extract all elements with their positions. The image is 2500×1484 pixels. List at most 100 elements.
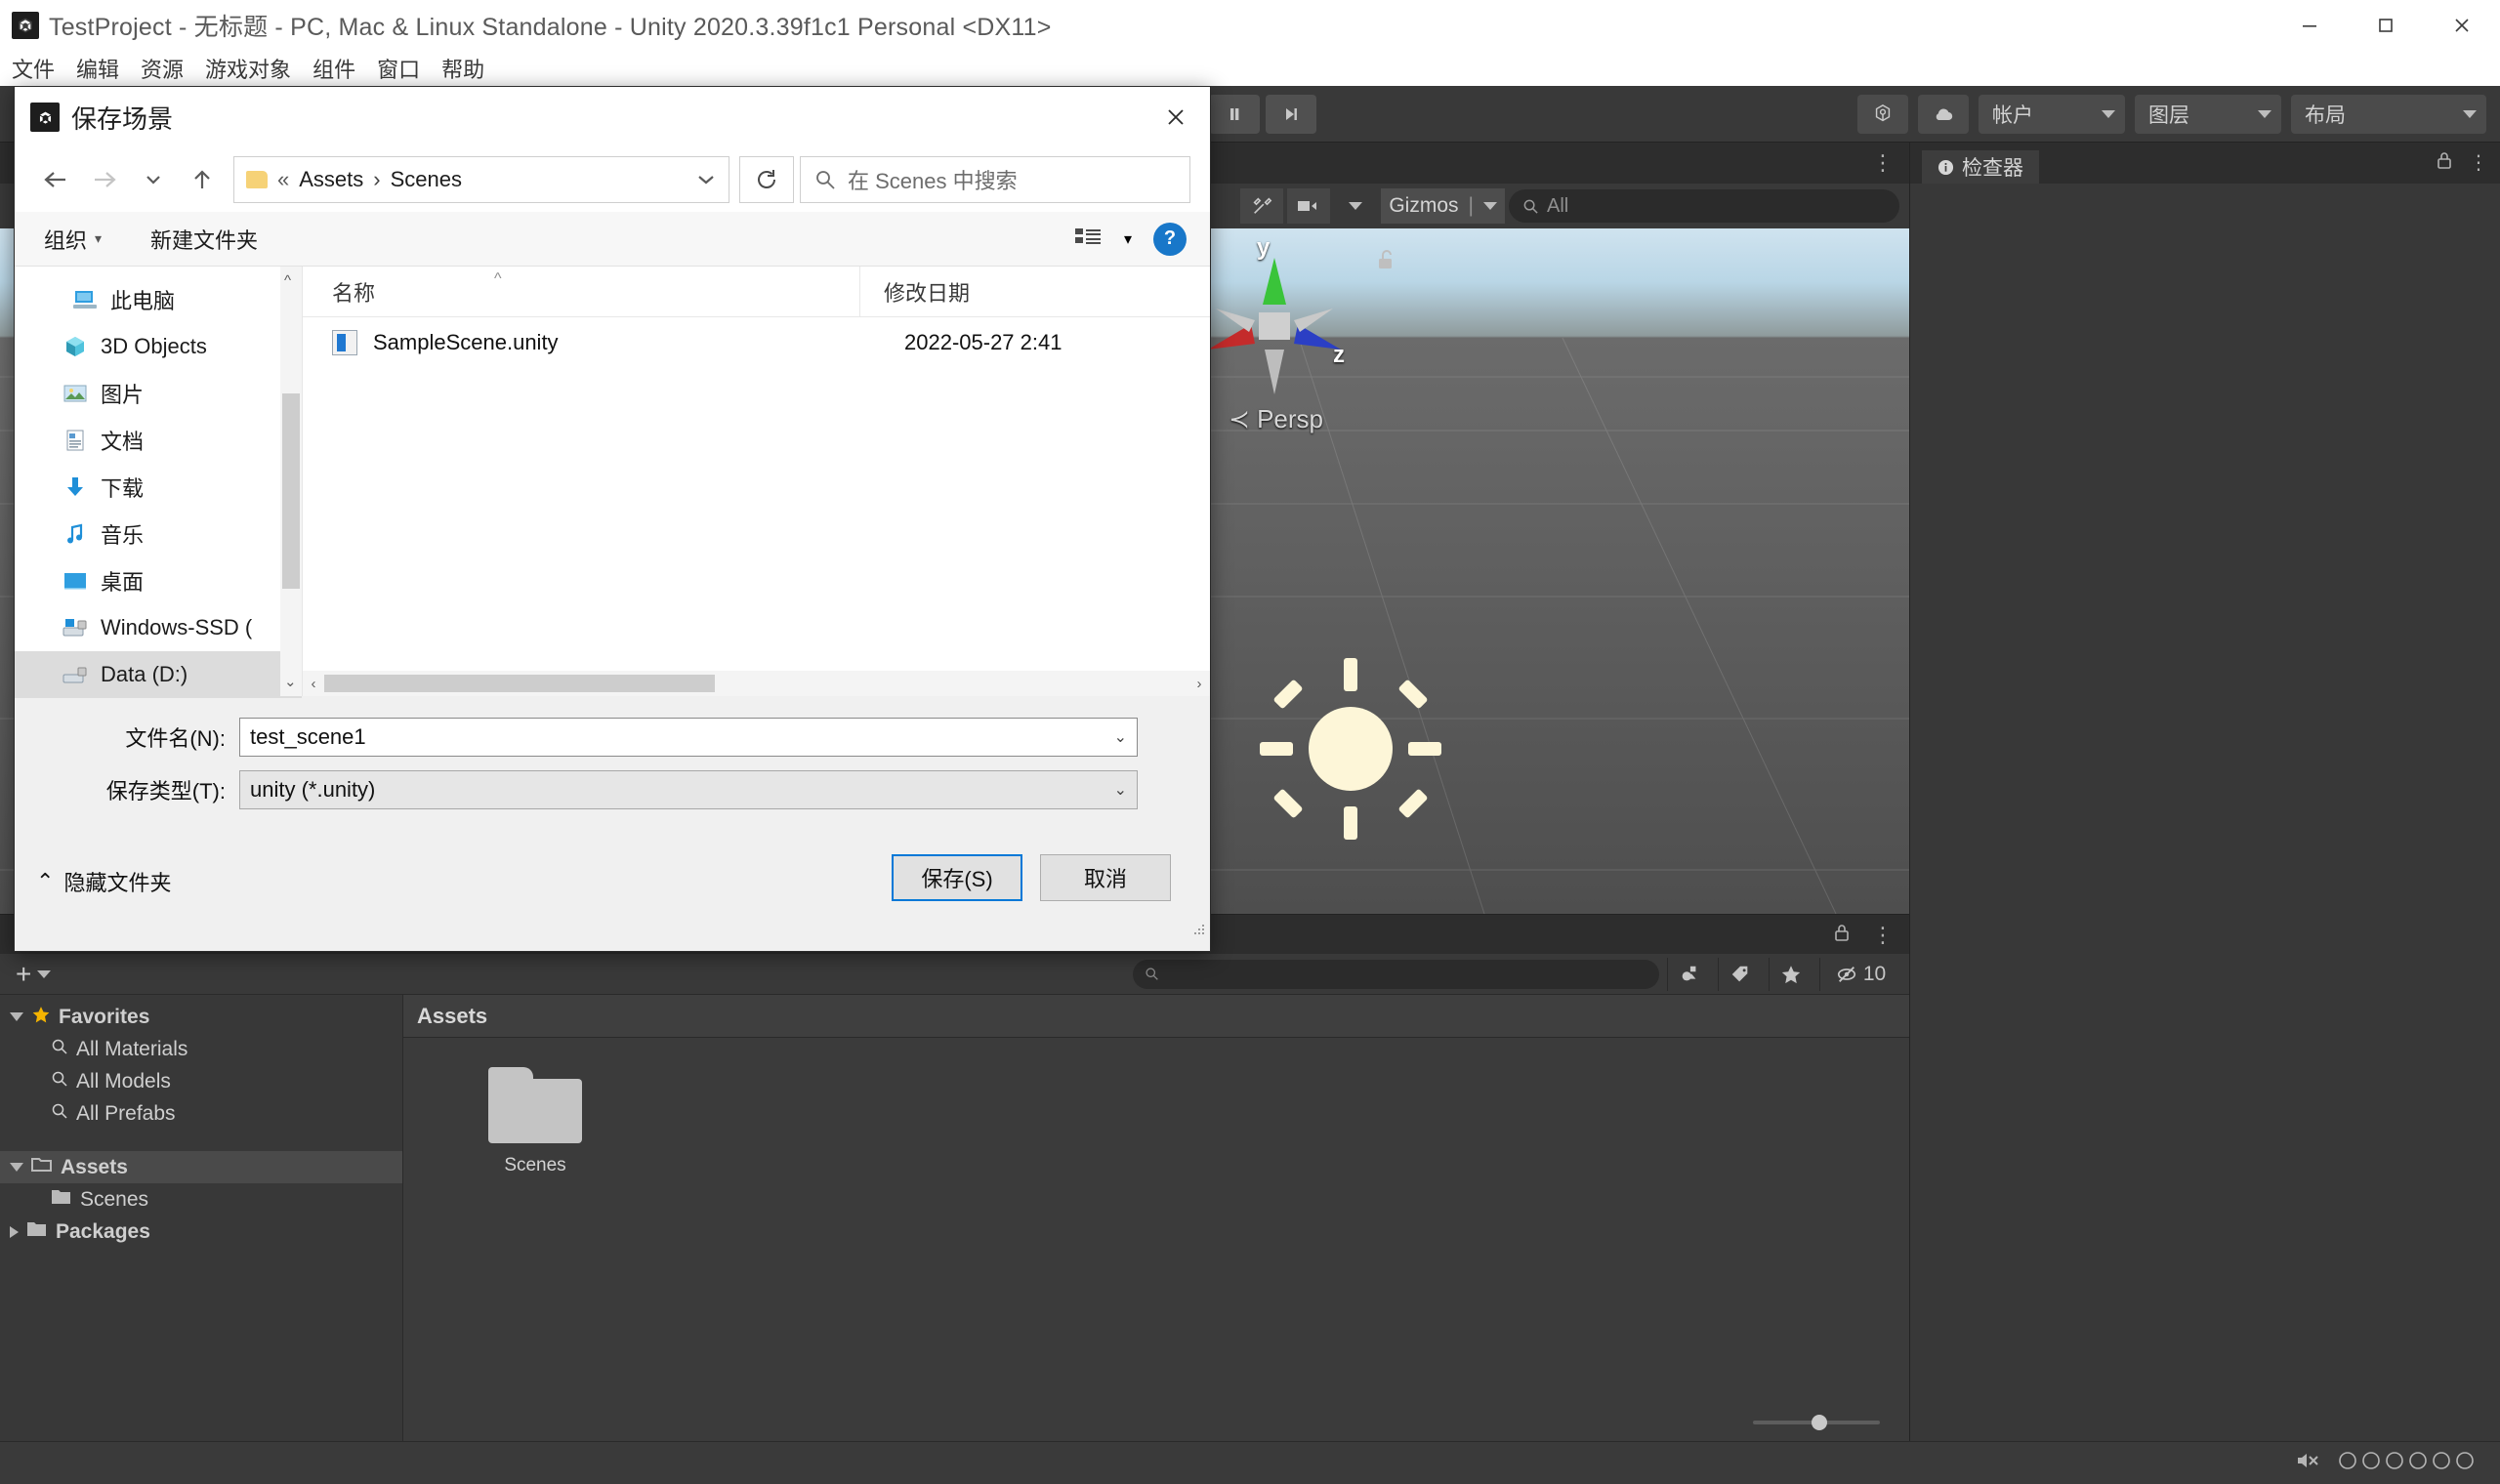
- column-header-date[interactable]: 修改日期: [859, 267, 970, 317]
- back-button[interactable]: [34, 158, 77, 201]
- sidebar-item-windows-ssd[interactable]: Windows-SSD (: [15, 604, 302, 651]
- menu-item-help[interactable]: 帮助: [441, 53, 484, 84]
- sidebar-item-music[interactable]: 音乐: [15, 511, 302, 557]
- hidden-assets-indicator[interactable]: 10: [1819, 958, 1901, 991]
- menu-item-file[interactable]: 文件: [12, 53, 55, 84]
- minimize-button[interactable]: [2271, 0, 2348, 51]
- close-button[interactable]: [2424, 0, 2500, 51]
- refresh-button[interactable]: [739, 156, 794, 203]
- help-button[interactable]: ?: [1153, 223, 1187, 256]
- address-bar[interactable]: « Assets › Scenes: [233, 156, 729, 203]
- filename-label: 文件名(N):: [15, 721, 239, 753]
- scroll-down-icon[interactable]: ⌄: [284, 673, 297, 690]
- filetype-select[interactable]: unity (*.unity) ⌄: [239, 770, 1138, 809]
- view-dropdown-caret[interactable]: ▾: [1124, 229, 1132, 249]
- file-list-hscrollbar[interactable]: ‹ ›: [303, 671, 1210, 696]
- recent-locations-button[interactable]: [132, 158, 175, 201]
- kebab-menu-icon[interactable]: ⋮: [1872, 150, 1896, 176]
- asset-zoom-knob[interactable]: [1812, 1415, 1827, 1430]
- dialog-close-button[interactable]: [1142, 87, 1210, 147]
- forward-button[interactable]: [83, 158, 126, 201]
- asset-item-scenes[interactable]: Scenes: [472, 1067, 599, 1176]
- scroll-right-icon[interactable]: ›: [1188, 676, 1210, 692]
- lock-icon[interactable]: [1833, 923, 1851, 947]
- lock-open-icon[interactable]: [1375, 248, 1396, 277]
- lock-icon[interactable]: [2436, 150, 2453, 176]
- mute-icon[interactable]: [2295, 1450, 2320, 1477]
- tree-item-scenes[interactable]: Scenes: [0, 1183, 402, 1216]
- step-button[interactable]: [1266, 95, 1316, 134]
- hscroll-thumb[interactable]: [324, 675, 715, 692]
- tree-item-favorites[interactable]: Favorites: [0, 1001, 402, 1033]
- sidebar-item-desktop[interactable]: 桌面: [15, 557, 302, 604]
- account-dropdown[interactable]: 帐户: [1979, 95, 2125, 134]
- camera-dropdown-caret[interactable]: [1334, 188, 1377, 224]
- organize-button[interactable]: 组织 ▾: [44, 224, 102, 255]
- filename-input[interactable]: test_scene1 ⌄: [239, 718, 1138, 757]
- project-tree: Favorites All Materials All Models All P…: [0, 995, 402, 1442]
- maximize-button[interactable]: [2348, 0, 2424, 51]
- menu-item-window[interactable]: 窗口: [377, 53, 420, 84]
- tab-inspector[interactable]: 检查器: [1922, 150, 2039, 184]
- scroll-left-icon[interactable]: ‹: [303, 676, 324, 692]
- chevron-down-icon: [2258, 110, 2271, 118]
- menu-item-component[interactable]: 组件: [312, 53, 355, 84]
- chevron-down-icon[interactable]: ⌄: [1114, 727, 1127, 747]
- asset-zoom-slider[interactable]: [1753, 1421, 1880, 1424]
- tree-label: Assets: [61, 1156, 128, 1179]
- sidebar-item-data-d[interactable]: Data (D:): [15, 651, 302, 698]
- kebab-menu-icon[interactable]: ⋮: [2469, 150, 2488, 176]
- layers-dropdown[interactable]: 图层: [2135, 95, 2281, 134]
- menu-item-edit[interactable]: 编辑: [76, 53, 119, 84]
- gizmos-button[interactable]: Gizmos |: [1381, 188, 1505, 224]
- column-header-name[interactable]: 名称: [303, 276, 859, 308]
- add-asset-button[interactable]: +: [16, 959, 51, 990]
- dialog-search-input[interactable]: 在 Scenes 中搜索: [800, 156, 1190, 203]
- kebab-menu-icon[interactable]: ⋮: [1872, 923, 1896, 948]
- label-filter-icon[interactable]: [1718, 958, 1761, 991]
- collab-icon[interactable]: [1857, 95, 1908, 134]
- resize-grip[interactable]: [1192, 923, 1206, 936]
- account-label: 帐户: [1992, 100, 2033, 129]
- chevron-down-icon: ▾: [95, 230, 102, 247]
- tree-item-all-models[interactable]: All Models: [0, 1065, 402, 1097]
- menu-item-gameobject[interactable]: 游戏对象: [205, 53, 291, 84]
- breadcrumb-scenes[interactable]: Scenes: [391, 167, 462, 192]
- chevron-down-icon[interactable]: [695, 167, 717, 192]
- sidebar-item-pictures[interactable]: 图片: [15, 370, 302, 417]
- camera-icon[interactable]: [1287, 188, 1330, 224]
- breadcrumb-assets[interactable]: Assets: [299, 167, 363, 192]
- project-search-input[interactable]: [1133, 960, 1659, 989]
- sidebar-scrollbar[interactable]: ^ ⌄: [280, 267, 302, 696]
- view-list-icon[interactable]: [1073, 225, 1103, 253]
- scene-search-placeholder: All: [1547, 195, 1568, 218]
- layout-dropdown[interactable]: 布局: [2291, 95, 2486, 134]
- cancel-button[interactable]: 取消: [1040, 854, 1171, 901]
- save-button[interactable]: 保存(S): [892, 854, 1022, 901]
- pause-button[interactable]: [1209, 95, 1260, 134]
- sidebar-item-3d-objects[interactable]: 3D Objects: [15, 323, 302, 370]
- up-button[interactable]: [181, 158, 224, 201]
- sidebar-item-downloads[interactable]: 下载: [15, 464, 302, 511]
- scene-search-input[interactable]: All: [1509, 189, 1899, 223]
- search-icon: [51, 1070, 68, 1093]
- chevron-down-icon[interactable]: ⌄: [1114, 780, 1127, 800]
- scene-perspective-label[interactable]: ≺ Persp: [1229, 404, 1323, 434]
- sidebar-item-documents[interactable]: 文档: [15, 417, 302, 464]
- tree-item-packages[interactable]: Packages: [0, 1216, 402, 1248]
- menu-item-assets[interactable]: 资源: [141, 53, 184, 84]
- hide-folders-button[interactable]: ⌃ 隐藏文件夹: [36, 866, 171, 897]
- sidebar-scroll-thumb[interactable]: [282, 393, 300, 589]
- new-folder-button[interactable]: 新建文件夹: [150, 224, 258, 255]
- tree-item-all-materials[interactable]: All Materials: [0, 1033, 402, 1065]
- scroll-up-icon[interactable]: ^: [284, 272, 291, 289]
- file-row[interactable]: SampleScene.unity 2022-05-27 2:41: [303, 317, 1210, 368]
- cloud-icon[interactable]: [1918, 95, 1969, 134]
- favorite-filter-icon[interactable]: [1769, 958, 1812, 991]
- sidebar-item-this-pc[interactable]: 此电脑: [15, 276, 302, 323]
- tools-icon[interactable]: [1240, 188, 1283, 224]
- tree-item-assets[interactable]: Assets: [0, 1151, 402, 1183]
- avatar-filter-icon[interactable]: [1667, 958, 1710, 991]
- scene-axis-gizmo[interactable]: y x z: [1187, 248, 1362, 404]
- tree-item-all-prefabs[interactable]: All Prefabs: [0, 1097, 402, 1130]
